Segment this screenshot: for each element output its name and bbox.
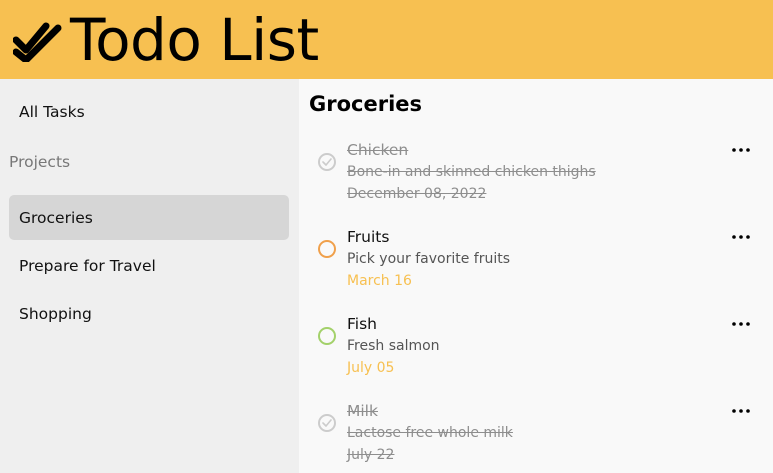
task-panel: Groceries Chicken Bone-in and skinned ch… bbox=[299, 79, 773, 473]
more-horizontal-icon[interactable] bbox=[731, 145, 751, 155]
task-title: Milk bbox=[347, 402, 378, 420]
sidebar-item-label: Shopping bbox=[19, 304, 92, 323]
sidebar-item-shopping[interactable]: Shopping bbox=[9, 291, 289, 336]
sidebar-item-prepare-for-travel[interactable]: Prepare for Travel bbox=[9, 243, 289, 288]
app-title: Todo List bbox=[70, 5, 319, 74]
task-title: Fish bbox=[347, 315, 377, 333]
task-date: December 08, 2022 bbox=[347, 186, 487, 202]
task-complete-toggle[interactable] bbox=[318, 240, 336, 258]
sidebar-item-label: Prepare for Travel bbox=[19, 256, 156, 275]
task-complete-toggle[interactable] bbox=[318, 327, 336, 345]
task-date: July 22 bbox=[347, 447, 395, 463]
checkmark-icon bbox=[322, 158, 332, 166]
more-horizontal-icon[interactable] bbox=[731, 406, 751, 416]
checkmark-icon bbox=[322, 419, 332, 427]
task-item: Chicken Bone-in and skinned chicken thig… bbox=[299, 139, 773, 226]
more-horizontal-icon[interactable] bbox=[731, 319, 751, 329]
app-window: Todo List All Tasks Projects Groceries P… bbox=[0, 0, 773, 473]
task-description: Lactose free whole milk bbox=[347, 425, 513, 441]
double-check-icon bbox=[13, 22, 62, 62]
sidebar-item-label: Groceries bbox=[19, 208, 93, 227]
projects-heading: Projects bbox=[9, 153, 71, 171]
task-item: Fish Fresh salmon July 05 bbox=[299, 313, 773, 400]
task-item: Fruits Pick your favorite fruits March 1… bbox=[299, 226, 773, 313]
sidebar-item-groceries[interactable]: Groceries bbox=[9, 195, 289, 240]
task-complete-toggle[interactable] bbox=[318, 153, 336, 171]
sidebar-item-label: All Tasks bbox=[19, 102, 85, 121]
task-date: March 16 bbox=[347, 273, 412, 289]
app-header: Todo List bbox=[0, 0, 773, 79]
task-item: Milk Lactose free whole milk July 22 bbox=[299, 400, 773, 473]
sidebar-item-all-tasks[interactable]: All Tasks bbox=[9, 89, 289, 134]
task-description: Pick your favorite fruits bbox=[347, 251, 510, 267]
page-title: Groceries bbox=[309, 92, 423, 116]
task-title: Chicken bbox=[347, 141, 409, 159]
task-description: Bone-in and skinned chicken thighs bbox=[347, 164, 596, 180]
task-title: Fruits bbox=[347, 228, 390, 246]
sidebar: All Tasks Projects Groceries Prepare for… bbox=[0, 79, 299, 473]
more-horizontal-icon[interactable] bbox=[731, 232, 751, 242]
task-date: July 05 bbox=[347, 360, 395, 376]
task-complete-toggle[interactable] bbox=[318, 414, 336, 432]
task-description: Fresh salmon bbox=[347, 338, 440, 354]
